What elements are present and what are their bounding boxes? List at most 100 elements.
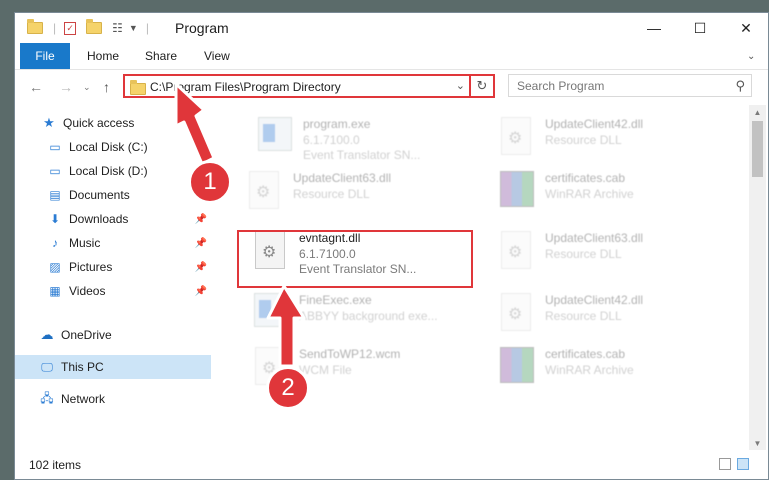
nav-this-pc[interactable]: 🖵 This PC	[15, 355, 211, 379]
file-detail: WCM File	[299, 363, 352, 377]
nav-item-label: Local Disk (D:)	[69, 164, 148, 178]
ribbon-tabs: File Home Share View ⌄	[15, 43, 768, 70]
chevron-down-icon[interactable]: ▼	[129, 23, 138, 33]
file-detail: WinRAR Archive	[545, 363, 634, 377]
status-bar: 102 items	[15, 450, 768, 480]
explorer-window: | ✓ ☷ ▼ | Program — ☐ ✕ File Home Share …	[14, 12, 769, 480]
highlight-box	[237, 230, 473, 288]
file-name: program.exe	[303, 117, 371, 131]
nav-onedrive-label: OneDrive	[61, 328, 112, 342]
pictures-icon: ▨	[49, 260, 61, 274]
nav-quick-access[interactable]: ★ Quick access	[41, 111, 211, 135]
back-arrow-icon[interactable]: ←	[29, 79, 43, 95]
up-arrow-icon[interactable]: ↑	[103, 79, 110, 95]
file-name: UpdateClient42.dll	[545, 293, 644, 307]
file-item[interactable]: UpdateClient42.dll Resource DLL	[497, 115, 737, 163]
file-item[interactable]: UpdateClient42.dll Resource DLL	[497, 291, 737, 339]
computer-icon: 🖵	[41, 359, 53, 374]
vertical-scrollbar[interactable]: ▲ ▼	[749, 105, 766, 450]
file-item[interactable]: FineExec.exe ABBYY background exe...	[251, 291, 491, 339]
pin-icon[interactable]: 📌	[195, 262, 207, 273]
new-folder-icon[interactable]	[86, 19, 103, 34]
file-item[interactable]: certificates.cab WinRAR Archive	[497, 345, 737, 393]
properties-icon[interactable]: ✓	[64, 21, 77, 35]
tab-home[interactable]: Home	[87, 43, 119, 69]
file-name: UpdateClient63.dll	[545, 231, 644, 245]
file-item[interactable]: certificates.cab WinRAR Archive	[497, 169, 737, 217]
expand-ribbon-icon[interactable]: ⌄	[747, 43, 755, 69]
nav-item-videos[interactable]: ▦ Videos 📌	[47, 279, 211, 303]
nav-item-music[interactable]: ♪ Music 📌	[47, 231, 211, 255]
file-detail: WinRAR Archive	[545, 187, 634, 201]
refresh-icon[interactable]: ↻	[469, 76, 493, 96]
pin-icon[interactable]: 📌	[195, 214, 207, 225]
nav-item-label: Pictures	[69, 260, 113, 274]
file-detail: Resource DLL	[545, 133, 622, 147]
callout-1: 1	[188, 160, 232, 204]
file-item[interactable]: UpdateClient63.dll Resource DLL	[245, 169, 485, 217]
callout-2: 2	[266, 366, 310, 410]
nav-onedrive[interactable]: ☁ OneDrive	[39, 323, 211, 347]
scroll-up-icon[interactable]: ▲	[749, 105, 766, 119]
drive-icon: ▭	[49, 140, 61, 154]
nav-item-label: Documents	[69, 188, 130, 202]
file-detail: ABBYY background exe...	[299, 309, 438, 323]
address-path[interactable]: C:\Program Files\Program Directory	[150, 80, 341, 94]
address-folder-icon	[130, 80, 146, 95]
file-item[interactable]: UpdateClient63.dll Resource DLL	[497, 229, 737, 277]
exe-file-icon	[255, 117, 295, 157]
customize-icon[interactable]: ☷	[112, 21, 123, 35]
close-button[interactable]: ✕	[723, 13, 769, 43]
pin-icon[interactable]: 📌	[195, 238, 207, 249]
dll-file-icon	[497, 231, 537, 271]
folder-icon	[27, 19, 43, 34]
nav-quick-access-label: Quick access	[63, 116, 135, 130]
nav-item-local-disk-d[interactable]: ▭ Local Disk (D:)	[47, 159, 211, 183]
documents-icon: ▤	[49, 188, 61, 202]
forward-arrow-icon[interactable]: →	[59, 79, 73, 95]
minimize-button[interactable]: —	[631, 13, 677, 43]
large-icons-view-icon[interactable]	[737, 458, 749, 470]
file-name: FineExec.exe	[299, 293, 372, 307]
item-count: 102 items	[29, 458, 82, 472]
nav-item-label: Videos	[69, 284, 106, 298]
tab-view[interactable]: View	[204, 43, 230, 69]
nav-item-downloads[interactable]: ⬇ Downloads 📌	[47, 207, 211, 231]
tab-file[interactable]: File	[20, 43, 70, 69]
drive-icon: ▭	[49, 164, 61, 178]
file-detail: Resource DLL	[293, 187, 370, 201]
scroll-down-icon[interactable]: ▼	[749, 436, 766, 450]
nav-item-label: Local Disk (C:)	[69, 140, 148, 154]
file-detail: Resource DLL	[545, 247, 622, 261]
dll-file-icon	[245, 171, 285, 211]
pin-icon[interactable]: 📌	[195, 286, 207, 297]
address-bar[interactable]: C:\Program Files\Program Directory ⌄ ↻	[123, 74, 495, 98]
search-icon[interactable]: ⚲	[735, 78, 745, 94]
recent-locations-icon[interactable]: ⌄	[83, 82, 91, 93]
nav-item-pictures[interactable]: ▨ Pictures 📌	[47, 255, 211, 279]
star-icon: ★	[43, 115, 55, 130]
file-item[interactable]: program.exe 6.1.7100.0 Event Translator SN…	[255, 115, 495, 163]
address-row: ← → ⌄ ↑ C:\Program Files\Program Directo…	[15, 70, 768, 104]
rar-file-icon	[497, 347, 537, 387]
navigation-pane: ★ Quick access ▭ Local Disk (C:) ▭ Local Di…	[15, 105, 211, 450]
nav-item-local-disk-c[interactable]: ▭ Local Disk (C:)	[47, 135, 211, 159]
nav-network[interactable]: 🖧 Network	[39, 387, 211, 411]
file-name: UpdateClient42.dll	[545, 117, 644, 131]
search-placeholder: Search Program	[517, 79, 605, 93]
file-name: certificates.cab	[545, 347, 626, 361]
window-title: Program	[175, 20, 229, 36]
search-input[interactable]: Search Program ⚲	[508, 74, 752, 97]
nav-item-documents[interactable]: ▤ Documents	[47, 183, 211, 207]
tab-share[interactable]: Share	[145, 43, 177, 69]
network-icon: 🖧	[40, 390, 54, 405]
details-view-icon[interactable]	[719, 458, 731, 470]
maximize-button[interactable]: ☐	[677, 13, 723, 43]
address-dropdown-icon[interactable]: ⌄	[456, 79, 465, 92]
file-name: UpdateClient63.dll	[293, 171, 392, 185]
scroll-thumb[interactable]	[752, 121, 763, 177]
title-bar: | ✓ ☷ ▼ | Program — ☐ ✕	[15, 13, 768, 43]
nav-this-pc-label: This PC	[61, 360, 104, 374]
quick-access-toolbar: | ✓ ☷ ▼ |	[27, 19, 149, 37]
dll-file-icon	[497, 293, 537, 333]
